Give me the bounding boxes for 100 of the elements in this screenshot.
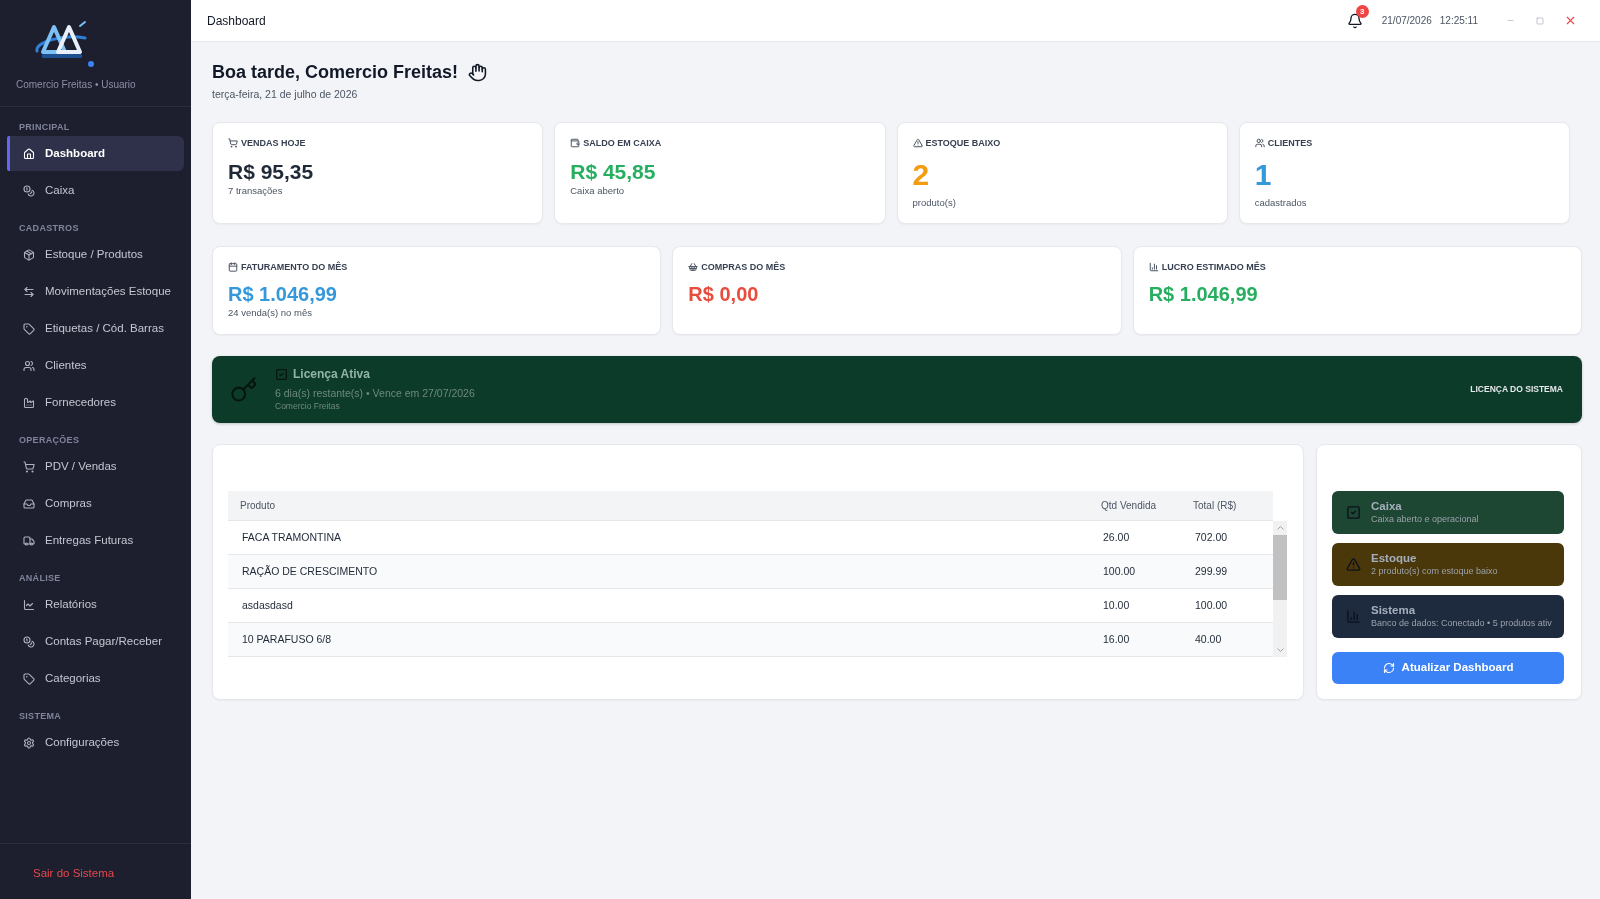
logout-button[interactable]: Sair do Sistema (33, 864, 115, 883)
card-value: R$ 0,00 (688, 282, 759, 307)
nav-item[interactable]: Movimentações Estoque (7, 274, 184, 309)
card-label: ESTOQUE BAIXO (925, 137, 1001, 149)
table-cell-text: 299.99 (1194, 563, 1229, 579)
section-label: CADASTROS (18, 222, 80, 235)
truck-icon (23, 534, 35, 547)
status-detail: Caixa aberto e operacional (1371, 514, 1479, 525)
notification-badge: 3 (1355, 4, 1369, 18)
logo-icon (33, 20, 95, 68)
table-cell-text: 702.00 (1194, 529, 1229, 545)
time-text: 12:25:11 (1439, 14, 1478, 28)
nav-item[interactable]: PDV / Vendas (7, 449, 184, 484)
bar-chart-icon (1346, 609, 1361, 624)
refresh-icon (1382, 662, 1395, 674)
nav-item[interactable]: Categorias (7, 661, 184, 696)
nav-item[interactable]: Estoque / Produtos (7, 237, 184, 272)
tag-icon (23, 322, 35, 335)
greeting-title: Boa tarde, Comercio Freitas! (212, 61, 459, 84)
card-note: 7 transações (228, 185, 283, 197)
factory-icon (23, 396, 35, 409)
table-cell-text: 16.00 (1102, 631, 1131, 647)
date-text: 21/07/2026 (1381, 14, 1432, 28)
column-header: Qtd Vendida (1100, 499, 1158, 513)
card-value: R$ 1.046,99 (1148, 282, 1258, 307)
coins-icon (23, 635, 35, 648)
license-details: 6 dia(s) restante(s) • Vence em 27/07/2026 (275, 387, 475, 400)
card-value: 1 (1254, 158, 1272, 192)
package-icon (23, 248, 35, 261)
nav-item[interactable]: Compras (7, 486, 184, 521)
tag-icon (23, 672, 35, 685)
nav-item[interactable]: Caixa (7, 173, 184, 208)
card-note: 24 venda(s) no mês (228, 307, 312, 319)
nav-item[interactable]: Etiquetas / Cód. Barras (7, 311, 184, 346)
calendar-icon (228, 262, 238, 272)
warning-icon (912, 138, 923, 148)
column-header: Total (R$) (1192, 499, 1238, 513)
coins-icon (23, 184, 35, 197)
basket-icon (688, 262, 699, 272)
caret-up-icon[interactable] (1276, 526, 1284, 530)
nav-item[interactable]: Dashboard (7, 136, 184, 171)
check-square-icon (1346, 505, 1361, 520)
system-license-link[interactable]: LICENÇA DO SISTEMA (1470, 383, 1563, 396)
table-cell-text: 26.00 (1102, 529, 1131, 545)
nav-item[interactable]: Relatórios (7, 587, 184, 622)
caret-down-icon[interactable] (1276, 648, 1284, 652)
card-value: R$ 45,85 (570, 159, 656, 185)
nav-item[interactable]: Contas Pagar/Receber (7, 624, 184, 659)
status-detail: 2 produto(s) com estoque baixo (1371, 566, 1498, 577)
arrows-icon (23, 285, 35, 298)
cart-icon (228, 138, 238, 148)
nav-item[interactable]: Configurações (7, 725, 184, 760)
users-icon (1254, 138, 1265, 148)
card-label: FATURAMENTO DO MÊS (241, 261, 348, 273)
key-icon (230, 375, 258, 404)
table-cell-text: 10.00 (1102, 597, 1131, 613)
refresh-dashboard-button[interactable]: Atualizar Dashboard (1332, 652, 1564, 684)
account-name: Comercio Freitas • Usuario (15, 79, 137, 91)
bar-chart-icon (1148, 262, 1159, 272)
scrollbar[interactable] (1273, 521, 1287, 657)
column-header: Produto (239, 499, 277, 513)
table-cell-text: asdasdasd (241, 597, 294, 613)
maximize-icon[interactable] (1536, 16, 1544, 25)
scrollbar-thumb[interactable] (1273, 535, 1287, 600)
table-cell-text: RAÇÃO DE CRESCIMENTO (241, 563, 379, 579)
nav-item[interactable]: Clientes (7, 348, 184, 383)
card-note: cadastrados (1254, 197, 1307, 209)
warning-icon (1346, 557, 1361, 572)
status-detail: Banco de dados: Conectado • 5 produtos ativ (1371, 618, 1552, 629)
card-label: CLIENTES (1267, 137, 1313, 149)
nav-item[interactable]: Fornecedores (7, 385, 184, 420)
check-square-icon (275, 368, 288, 381)
card-note: produto(s) (912, 197, 956, 209)
bell-icon[interactable] (1346, 12, 1363, 29)
page-title: Dashboard (207, 12, 266, 30)
card-value: R$ 1.046,99 (228, 282, 337, 307)
table-cell-text: FACA TRAMONTINA (241, 529, 342, 545)
hand-icon (468, 62, 488, 82)
card-value: R$ 95,35 (228, 159, 314, 185)
nav-item[interactable]: Entregas Futuras (7, 523, 184, 558)
section-label: SISTEMA (18, 710, 63, 723)
cart-icon (23, 460, 35, 473)
settings-icon (23, 736, 35, 749)
greeting-date: terça-feira, 21 de julho de 2026 (212, 87, 359, 101)
section-label: PRINCIPAL (18, 121, 71, 134)
card-label: LUCRO ESTIMADO MÊS (1161, 261, 1266, 273)
house-icon (23, 147, 35, 160)
status-title: Sistema (1371, 604, 1416, 617)
license-owner: Comercio Freitas (275, 401, 340, 412)
card-note: Caixa aberto (570, 185, 625, 197)
wallet-icon (570, 138, 581, 148)
card-label: SALDO EM CAIXA (583, 137, 662, 149)
table-cell-text: 100.00 (1102, 563, 1137, 579)
inbox-icon (23, 497, 35, 510)
card-label: VENDAS HOJE (241, 137, 306, 149)
table-cell-text: 40.00 (1194, 631, 1223, 647)
status-title: Estoque (1371, 552, 1417, 565)
users-icon (23, 359, 35, 372)
table-cell-text: 10 PARAFUSO 6/8 (241, 631, 333, 647)
line-chart-icon (23, 598, 35, 611)
